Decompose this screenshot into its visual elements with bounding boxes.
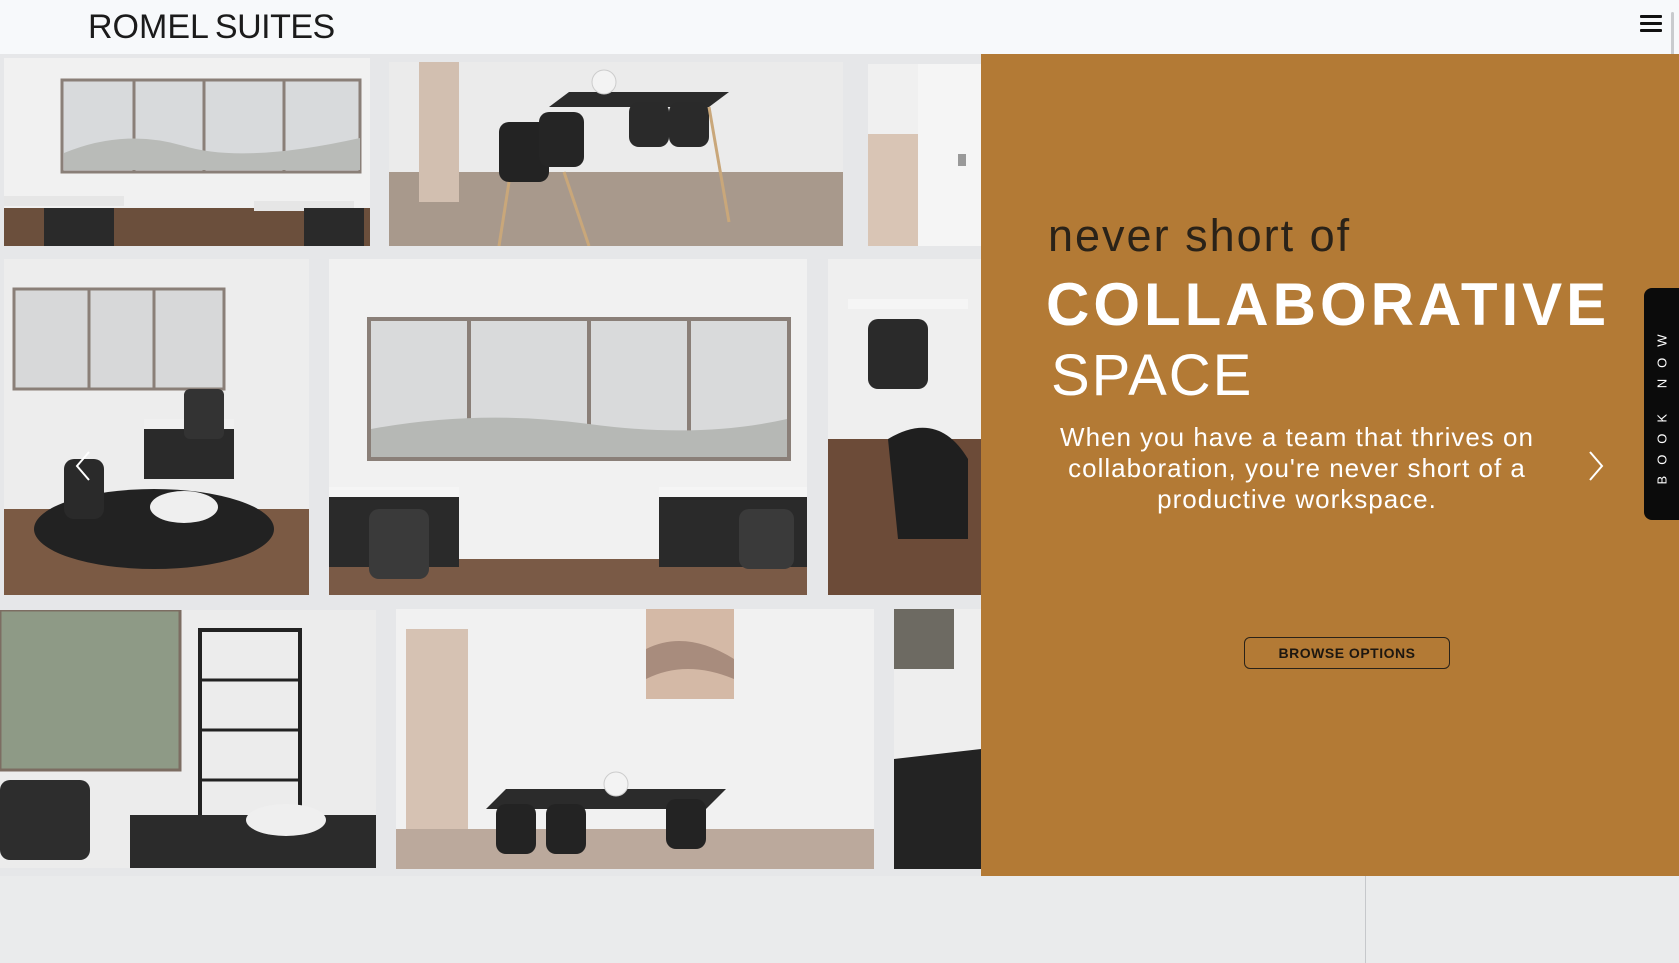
side-desk-photo: [894, 609, 981, 869]
site-logo[interactable]: ROMEL SUITES: [88, 8, 335, 47]
shelving-garden-photo: [0, 610, 376, 868]
hero-description: When you have a team that thrives on col…: [1060, 422, 1534, 514]
hero-heading-line1: never short of: [1048, 210, 1352, 261]
dining-chairs-photo: [389, 62, 843, 246]
hero-heading-line2: COLLABORATIVE: [1046, 271, 1611, 338]
meeting-room-art-photo: [396, 609, 874, 869]
hero-heading-line3: SPACE: [1051, 343, 1254, 408]
logo-suites: SUITES: [214, 8, 335, 46]
office-chairs-photo: [828, 259, 981, 595]
book-now-label: BOOK NOW: [1654, 323, 1669, 485]
lower-section: [0, 876, 1679, 963]
chevron-right-icon[interactable]: [1587, 450, 1605, 482]
logo-romel: ROMEL: [88, 8, 209, 46]
site-header: ROMEL SUITES: [0, 0, 1679, 232]
office-desk-round-table-photo: [4, 259, 309, 595]
chevron-left-icon[interactable]: [74, 450, 92, 482]
book-now-tab[interactable]: BOOK NOW: [1644, 288, 1679, 520]
hero-promo-panel: never short of COLLABORATIVE SPACE When …: [981, 54, 1679, 876]
hero-photo-collage: [0, 54, 981, 876]
browse-options-button[interactable]: BROWSE OPTIONS: [1244, 637, 1450, 669]
office-window-photo: [4, 58, 370, 246]
section-divider: [1365, 876, 1366, 963]
hamburger-menu-icon[interactable]: [1640, 15, 1662, 35]
office-wide-window-photo: [329, 259, 807, 595]
hallway-door-photo: [868, 64, 981, 246]
